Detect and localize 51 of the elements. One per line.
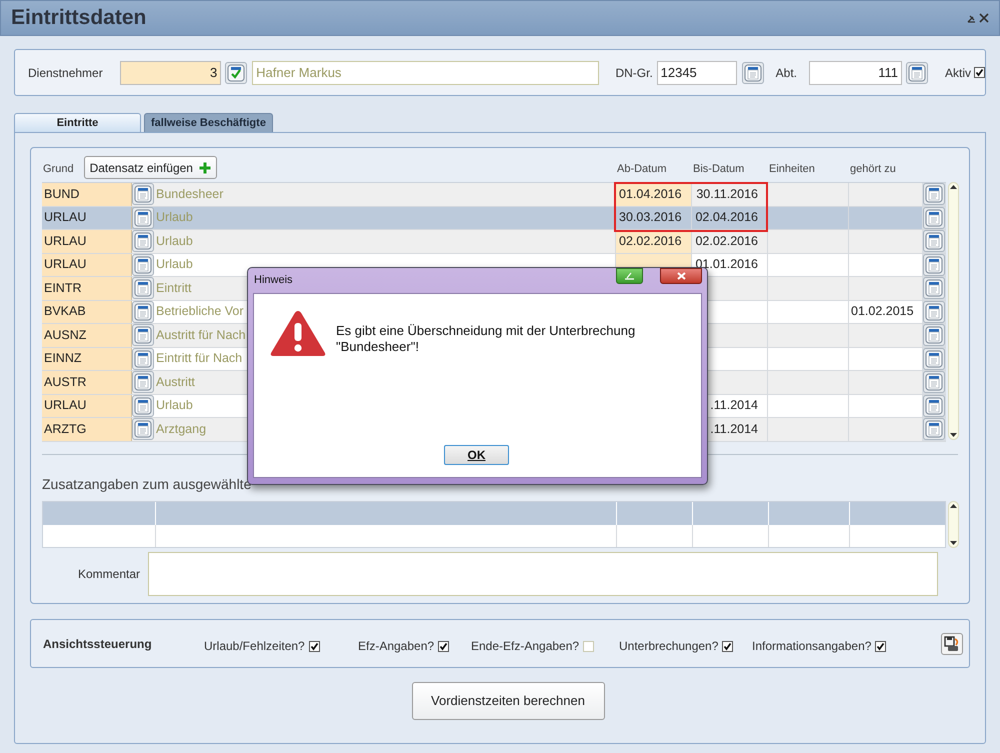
table-cell-text: EINNZ: [44, 350, 82, 368]
option-label: Efz-Angaben?: [358, 638, 434, 655]
table-cell-text: 30.11.2016: [696, 186, 758, 203]
table-cell-text: 01.04.2016: [619, 186, 682, 203]
table-cell-text: URLAU: [44, 232, 86, 250]
table-cell-text: 02.04.2016: [695, 209, 758, 226]
option-label: Urlaub/Fehlzeiten?: [204, 638, 305, 655]
column-header: Grund: [43, 162, 74, 176]
table-cell-text: 30.03.2016: [619, 209, 682, 226]
table-cell-text: Eintritt für Nach: [156, 350, 242, 368]
column-header: Bis-Datum: [692, 162, 746, 176]
table-cell-text: 02.02.2016: [695, 232, 758, 250]
option-label: Ende-Efz-Angaben?: [471, 638, 580, 655]
table-cell-text: Betriebliche Vor: [156, 303, 244, 320]
table-cell-text: .11.2014: [710, 397, 758, 414]
field-label: Kommentar: [76, 566, 141, 582]
table-cell-text: AUSTR: [44, 374, 86, 391]
table-cell-text: Urlaub: [156, 397, 193, 414]
field-label: Dienstnehmer: [28, 64, 104, 82]
window-title: Eintrittsdaten: [11, 5, 146, 32]
field-label: Aktiv: [944, 64, 971, 82]
table-cell-text: Urlaub: [156, 256, 193, 274]
table-cell-text: 01.02.2015: [851, 303, 914, 320]
table-cell-text: BUND: [44, 186, 80, 203]
table-cell-text: .11.2014: [710, 420, 758, 438]
table-cell-text: Eintritt: [156, 280, 192, 297]
table-cell-text: EINTR: [44, 280, 82, 297]
table-cell-text: Austritt: [156, 374, 195, 391]
table-cell-text: BVKAB: [44, 303, 86, 320]
column-header: gehört zu: [849, 162, 897, 176]
dialog-message: Es gibt eine Überschneidung mit der Unterbrechung "Bundesheer"!: [336, 323, 636, 355]
table-cell-text: Austritt für Nach: [156, 326, 246, 344]
table-cell-text: AUSNZ: [44, 326, 86, 344]
table-cell-text: URLAU: [44, 397, 86, 414]
table-cell-text: Urlaub: [156, 209, 193, 226]
table-cell-text: URLAU: [44, 209, 86, 226]
table-cell-text: Bundesheer: [156, 186, 224, 203]
table-cell-text: 02.02.2016: [619, 232, 682, 250]
table-cell-text: 01.01.2016: [695, 256, 758, 274]
table-cell-text: Urlaub: [156, 232, 193, 250]
section-title: Zusatzangaben zum ausgewählte: [42, 474, 252, 494]
section-title: Ansichtssteuerung: [43, 636, 153, 652]
column-header: Ab-Datum: [616, 162, 668, 176]
column-header: Einheiten: [768, 162, 816, 176]
table-cell-text: URLAU: [44, 256, 86, 274]
table-cell-text: Arztgang: [156, 420, 206, 438]
option-label: Unterbrechungen?: [619, 638, 718, 655]
option-label: Informationsangaben?: [752, 638, 872, 655]
table-cell-text: ARZTG: [44, 420, 86, 438]
field-label: Abt.: [776, 64, 798, 82]
field-label: DN-Gr.: [615, 64, 654, 82]
